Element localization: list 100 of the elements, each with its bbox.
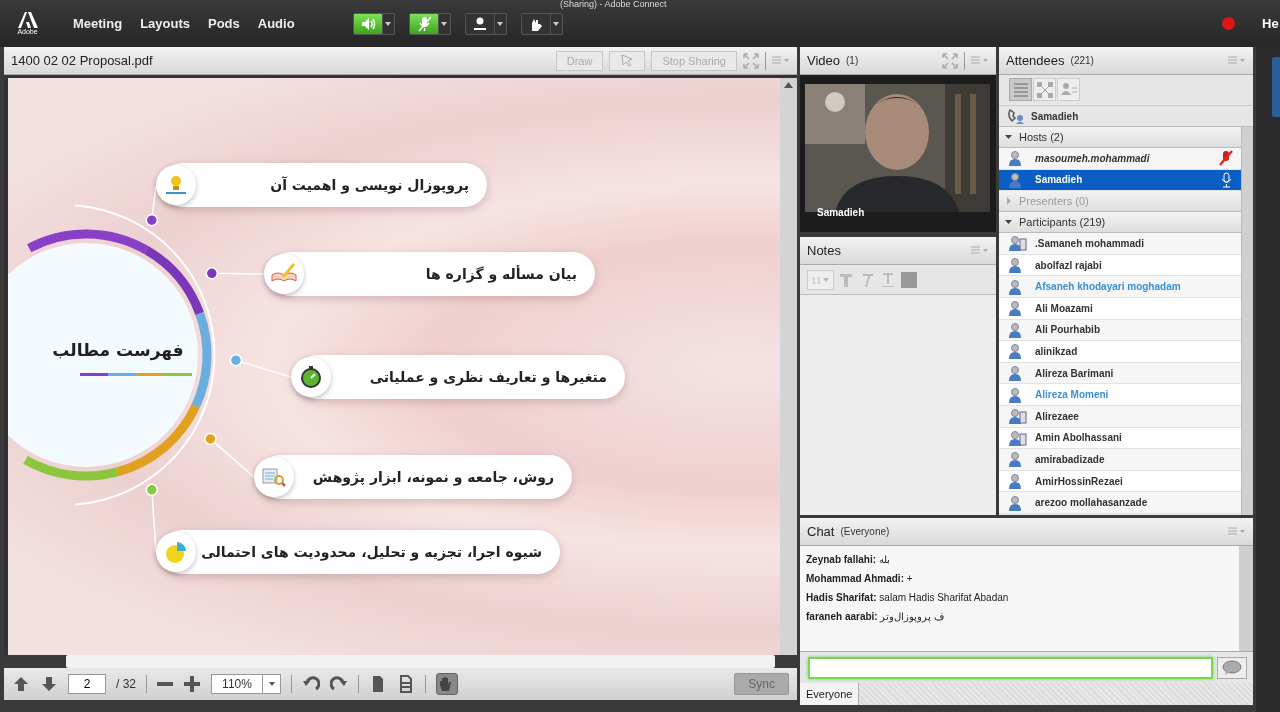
- view-mode-button[interactable]: [1033, 78, 1056, 101]
- attendee-name: Amin Abolhassani: [1035, 432, 1123, 444]
- previous-page-button[interactable]: [12, 675, 30, 693]
- fullscreen-icon[interactable]: [743, 52, 759, 69]
- scrollbar-thumb[interactable]: [66, 655, 775, 668]
- rotate-right-icon: [330, 675, 348, 693]
- pod-menu-button[interactable]: [971, 55, 989, 66]
- next-page-icon: [40, 675, 58, 693]
- recording-indicator[interactable]: [1222, 17, 1235, 30]
- pointer-icon: [620, 52, 635, 67]
- attendee-name: masoumeh.mohammadi: [1035, 152, 1151, 164]
- zoom-out-button[interactable]: [157, 682, 173, 686]
- person-icon: [471, 15, 488, 32]
- pod-title: 1400 02 02 Proposal.pdf: [11, 53, 153, 68]
- caret-icon: [440, 19, 449, 28]
- zoom-in-button[interactable]: [183, 675, 201, 693]
- attendee-row[interactable]: arezoo mollahasanzade: [999, 492, 1241, 514]
- chat-tab[interactable]: Everyone: [800, 683, 860, 705]
- toolbar-button[interactable]: [520, 12, 563, 35]
- topic-text: شیوه اجرا، تجزیه و تحلیل، محدودیت های احتمالی: [201, 544, 542, 560]
- send-button[interactable]: [1217, 656, 1247, 679]
- list-view-icon: [1011, 80, 1030, 99]
- fullscreen-icon[interactable]: [942, 52, 958, 69]
- menu-item[interactable]: Meeting: [73, 12, 123, 35]
- caret-icon: [552, 19, 561, 28]
- person-phone-icon: [1007, 429, 1027, 446]
- participant-count: (Everyone): [840, 526, 890, 537]
- attendee-row[interactable]: Amin Abolhassani: [999, 427, 1241, 450]
- logo-icon: [17, 12, 38, 28]
- scrollbar[interactable]: [1241, 127, 1253, 515]
- group-header[interactable]: Participants (219): [999, 212, 1241, 234]
- attendee-name: Afsaneh khodayari moghadam: [1035, 281, 1182, 293]
- toolbar-button[interactable]: [408, 12, 451, 35]
- phone-person-icon: [1007, 108, 1025, 124]
- chat-input-field[interactable]: [808, 656, 1213, 679]
- topic-text: بیان مسأله و گزاره ها: [425, 266, 577, 282]
- pod-title: Notes: [807, 243, 841, 258]
- menu-item[interactable]: He: [1262, 16, 1280, 31]
- attendee-name: AmirHossinRezaei: [1035, 475, 1124, 487]
- pod-menu-button[interactable]: [772, 55, 790, 66]
- attendee-row[interactable]: alinikzad: [999, 341, 1241, 363]
- breakout-icon: [1035, 80, 1054, 99]
- chat-message: Hadis Sharifat: salam Hadis Sharifat Abadan: [806, 592, 1010, 603]
- page-number-field[interactable]: 2: [68, 674, 106, 694]
- attendee-row[interactable]: Alireza Barimani: [999, 362, 1241, 385]
- rotate-left-icon: [302, 675, 320, 693]
- attendee-row[interactable]: Alirezaee: [999, 405, 1241, 428]
- collapsed-arrow-icon: [1005, 197, 1013, 206]
- pointer-button[interactable]: [609, 50, 646, 71]
- fit-width-icon: [397, 675, 415, 693]
- scrollbar[interactable]: [1239, 546, 1253, 651]
- attendee-name: Samadieh: [1035, 174, 1084, 186]
- toolbar-button[interactable]: [464, 12, 507, 35]
- microphone-icon: [415, 15, 432, 32]
- next-page-button[interactable]: [40, 675, 58, 693]
- topic-text: روش، جامعه و نمونه، ابزار پژوهش: [312, 469, 554, 485]
- attendee-row[interactable]: AmirHossinRezaei: [999, 470, 1241, 493]
- toolbar-button[interactable]: [352, 12, 395, 35]
- attendee-name: Ali Pourhabib: [1035, 324, 1101, 336]
- attendee-row[interactable]: Ali Moazami: [999, 297, 1241, 320]
- topic-text: متغیرها و تعاریف نظری و عملیاتی: [369, 369, 607, 385]
- expanded-arrow-icon: [1005, 133, 1013, 141]
- attendee-name: arezoo mollahasanzade: [1035, 497, 1149, 509]
- menu-item[interactable]: Audio: [257, 12, 295, 35]
- fit-width-button[interactable]: [397, 675, 415, 693]
- pod-menu-button[interactable]: [1228, 526, 1246, 537]
- person-phone-icon: [1007, 235, 1027, 252]
- group-header[interactable]: Hosts (2): [999, 127, 1241, 148]
- attendee-row[interactable]: Ali Pourhabib: [999, 319, 1241, 342]
- scroll-up-icon[interactable]: [784, 82, 793, 88]
- side-panel-tab[interactable]: [1272, 57, 1280, 117]
- attendee-row[interactable]: abolfazl rajabi: [999, 254, 1241, 277]
- zoom-dropdown[interactable]: 110%: [211, 674, 281, 694]
- view-mode-button[interactable]: [1009, 78, 1032, 101]
- attendee-name: amirabadizade: [1035, 453, 1106, 465]
- speech-bubble-icon: [1222, 659, 1242, 676]
- rotate-left-button[interactable]: [302, 675, 320, 693]
- attendee-row[interactable]: masoumeh.mohammadi: [999, 148, 1241, 170]
- topic-text: پروپوزال نویسی و اهمیت آن: [270, 177, 469, 193]
- pod-menu-button[interactable]: [1228, 55, 1246, 66]
- caret-icon: [384, 19, 393, 28]
- color-picker-icon: [899, 270, 918, 289]
- attendee-row[interactable]: .Samaneh mohammadi: [999, 233, 1241, 255]
- hand-tool-button[interactable]: [436, 673, 458, 695]
- attendee-row[interactable]: Alireza Momeni: [999, 384, 1241, 406]
- color-picker-button[interactable]: [899, 270, 918, 289]
- pod-menu-button[interactable]: [971, 245, 989, 256]
- video-name-label: Samadieh: [817, 207, 865, 218]
- menu-item[interactable]: Pods: [207, 12, 240, 35]
- caret-icon: [496, 19, 505, 28]
- chat-message: Mohammad Ahmadi: +: [806, 573, 914, 584]
- rotate-right-button[interactable]: [330, 675, 348, 693]
- attendee-row[interactable]: amirabadizade: [999, 449, 1241, 471]
- attendee-name: Alirezaee: [1035, 410, 1080, 422]
- view-mode-button[interactable]: [1057, 78, 1080, 101]
- attendee-name: alinikzad: [1035, 345, 1079, 357]
- attendee-row[interactable]: Samadieh: [999, 169, 1241, 192]
- notes-area[interactable]: [800, 295, 996, 515]
- menu-item[interactable]: Layouts: [140, 12, 190, 35]
- hand-icon: [437, 676, 453, 692]
